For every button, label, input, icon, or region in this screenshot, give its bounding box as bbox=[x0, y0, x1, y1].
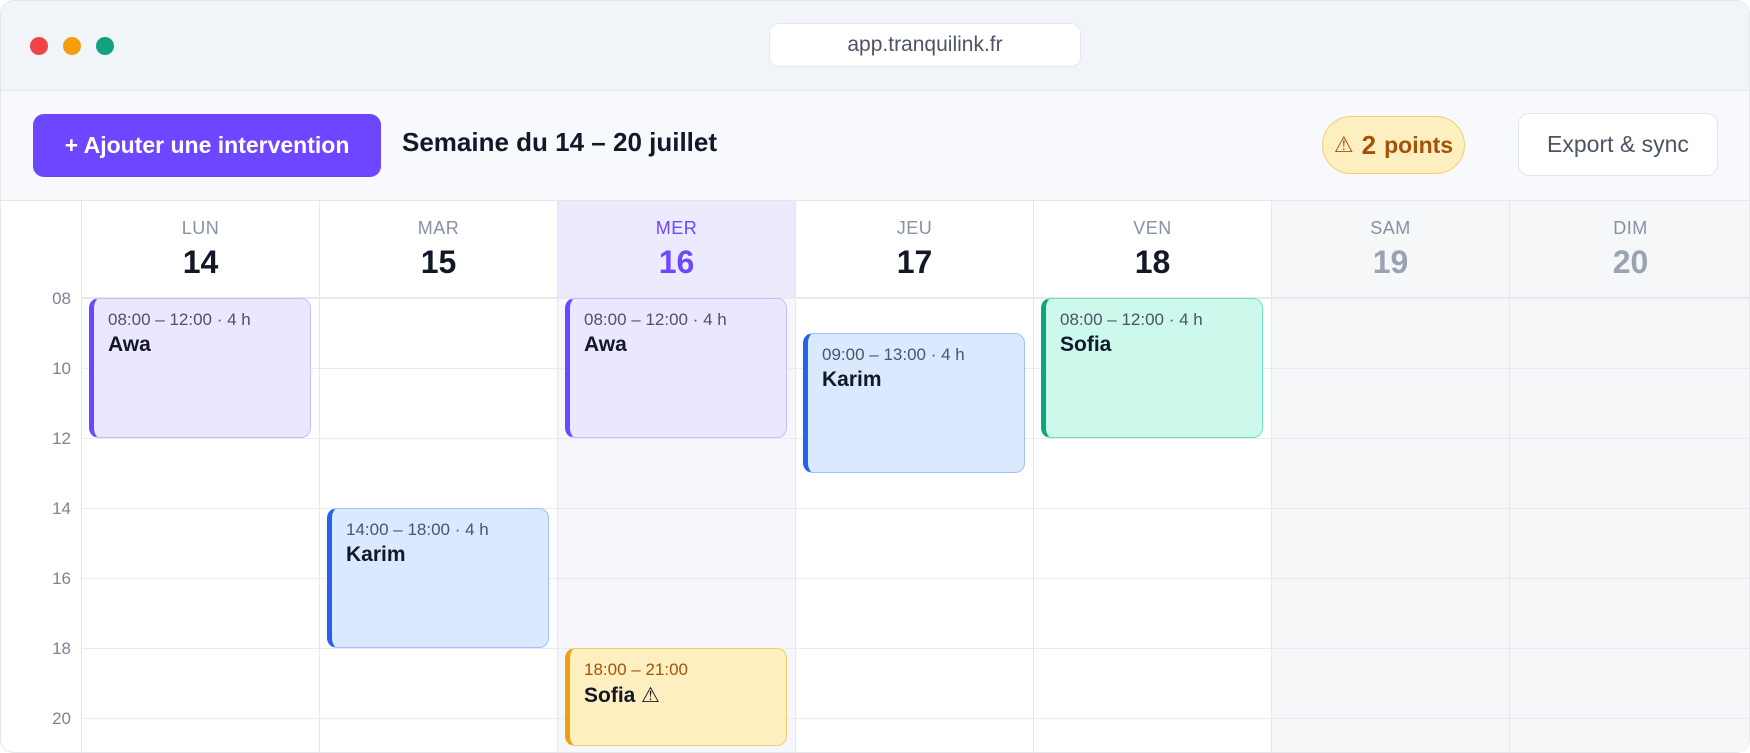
event-card-mer-awa[interactable]: 08:00 – 12:00 · 4 h Awa bbox=[565, 298, 787, 438]
hour-label: 10 bbox=[52, 359, 71, 378]
event-person: Awa bbox=[108, 333, 151, 356]
url-text: app.tranquilink.fr bbox=[847, 33, 1003, 56]
event-person: Sofia bbox=[1060, 333, 1112, 356]
day-number: 17 bbox=[896, 244, 933, 280]
event-time: 08:00 – 12:00 · 4 h bbox=[584, 310, 727, 329]
event-time: 14:00 – 18:00 · 4 h bbox=[346, 520, 489, 539]
alerts-label: points bbox=[1384, 131, 1454, 158]
add-intervention-label: + Ajouter une intervention bbox=[64, 132, 350, 158]
event-card-mar-karim[interactable]: 14:00 – 18:00 · 4 h Karim bbox=[327, 508, 549, 648]
day-number: 15 bbox=[420, 244, 457, 280]
warning-icon: ⚠ bbox=[1333, 132, 1354, 157]
event-time: 08:00 – 12:00 · 4 h bbox=[1060, 310, 1203, 329]
day-name: VEN bbox=[1133, 218, 1172, 238]
day-column-sam: SAM 19 bbox=[1271, 201, 1509, 752]
day-number: 16 bbox=[658, 244, 695, 280]
day-header: VEN 18 bbox=[1034, 201, 1271, 298]
day-name: JEU bbox=[896, 218, 933, 238]
close-window-button[interactable] bbox=[30, 37, 48, 55]
event-person: Awa bbox=[584, 333, 627, 356]
hour-label: 18 bbox=[52, 639, 71, 658]
maximize-window-button[interactable] bbox=[96, 37, 114, 55]
event-person: Sofia ⚠ bbox=[584, 684, 661, 707]
alerts-badge[interactable]: ⚠ 2 points bbox=[1322, 116, 1465, 174]
hour-label: 14 bbox=[52, 499, 71, 518]
event-card-lun-awa[interactable]: 08:00 – 12:00 · 4 h Awa bbox=[89, 298, 311, 438]
day-number: 20 bbox=[1612, 244, 1649, 280]
day-name: SAM bbox=[1370, 218, 1411, 238]
day-column-lun: LUN 14 bbox=[81, 201, 319, 752]
minimize-window-button[interactable] bbox=[63, 37, 81, 55]
day-header: SAM 19 bbox=[1272, 201, 1509, 298]
hour-label: 16 bbox=[52, 569, 71, 588]
add-intervention-button[interactable]: + Ajouter une intervention bbox=[33, 114, 381, 177]
day-column-jeu: JEU 17 bbox=[795, 201, 1033, 752]
day-header: DIM 20 bbox=[1510, 201, 1749, 298]
day-number: 19 bbox=[1372, 244, 1409, 280]
event-time: 09:00 – 13:00 · 4 h bbox=[822, 345, 965, 364]
hour-label: 20 bbox=[52, 709, 71, 728]
day-header: MAR 15 bbox=[320, 201, 557, 298]
week-calendar: LUN 14 MAR 15 MER 16 JEU 17 VEN 18 SAM 1… bbox=[1, 201, 1749, 752]
export-sync-button[interactable]: Export & sync bbox=[1518, 113, 1718, 176]
week-title: Semaine du 14 – 20 juillet bbox=[402, 127, 718, 157]
day-header: LUN 14 bbox=[82, 201, 319, 298]
day-name: MAR bbox=[417, 218, 460, 238]
hour-gridline bbox=[81, 648, 1749, 649]
hour-label: 12 bbox=[52, 429, 71, 448]
day-name: MER bbox=[655, 218, 698, 238]
alerts-count: 2 bbox=[1361, 129, 1377, 160]
day-header-today: MER 16 bbox=[558, 201, 795, 298]
day-column-mar: MAR 15 bbox=[319, 201, 557, 752]
event-card-jeu-karim[interactable]: 09:00 – 13:00 · 4 h Karim bbox=[803, 333, 1025, 473]
title-bar: app.tranquilink.fr bbox=[1, 1, 1749, 91]
export-sync-label: Export & sync bbox=[1547, 131, 1689, 157]
toolbar: + Ajouter une intervention Semaine du 14… bbox=[1, 91, 1749, 201]
day-column-ven: VEN 18 bbox=[1033, 201, 1271, 752]
day-number: 18 bbox=[1134, 244, 1171, 280]
event-person: Karim bbox=[822, 368, 882, 391]
hour-gridline bbox=[81, 298, 1749, 299]
event-person: Karim bbox=[346, 543, 406, 566]
hour-label: 08 bbox=[52, 289, 71, 308]
hour-gridline bbox=[81, 718, 1749, 719]
day-header: JEU 17 bbox=[796, 201, 1033, 298]
event-card-ven-sofia[interactable]: 08:00 – 12:00 · 4 h Sofia bbox=[1041, 298, 1263, 438]
day-number: 14 bbox=[182, 244, 219, 280]
event-time: 08:00 – 12:00 · 4 h bbox=[108, 310, 251, 329]
browser-window: app.tranquilink.fr + Ajouter une interve… bbox=[0, 0, 1750, 753]
event-time: 18:00 – 21:00 bbox=[584, 660, 688, 679]
address-bar[interactable]: app.tranquilink.fr bbox=[769, 23, 1081, 67]
day-name: LUN bbox=[181, 218, 220, 238]
day-column-dim: DIM 20 bbox=[1509, 201, 1749, 752]
day-name: DIM bbox=[1613, 218, 1648, 238]
event-card-mer-sofia-warning[interactable]: 18:00 – 21:00 Sofia ⚠ bbox=[565, 648, 787, 746]
